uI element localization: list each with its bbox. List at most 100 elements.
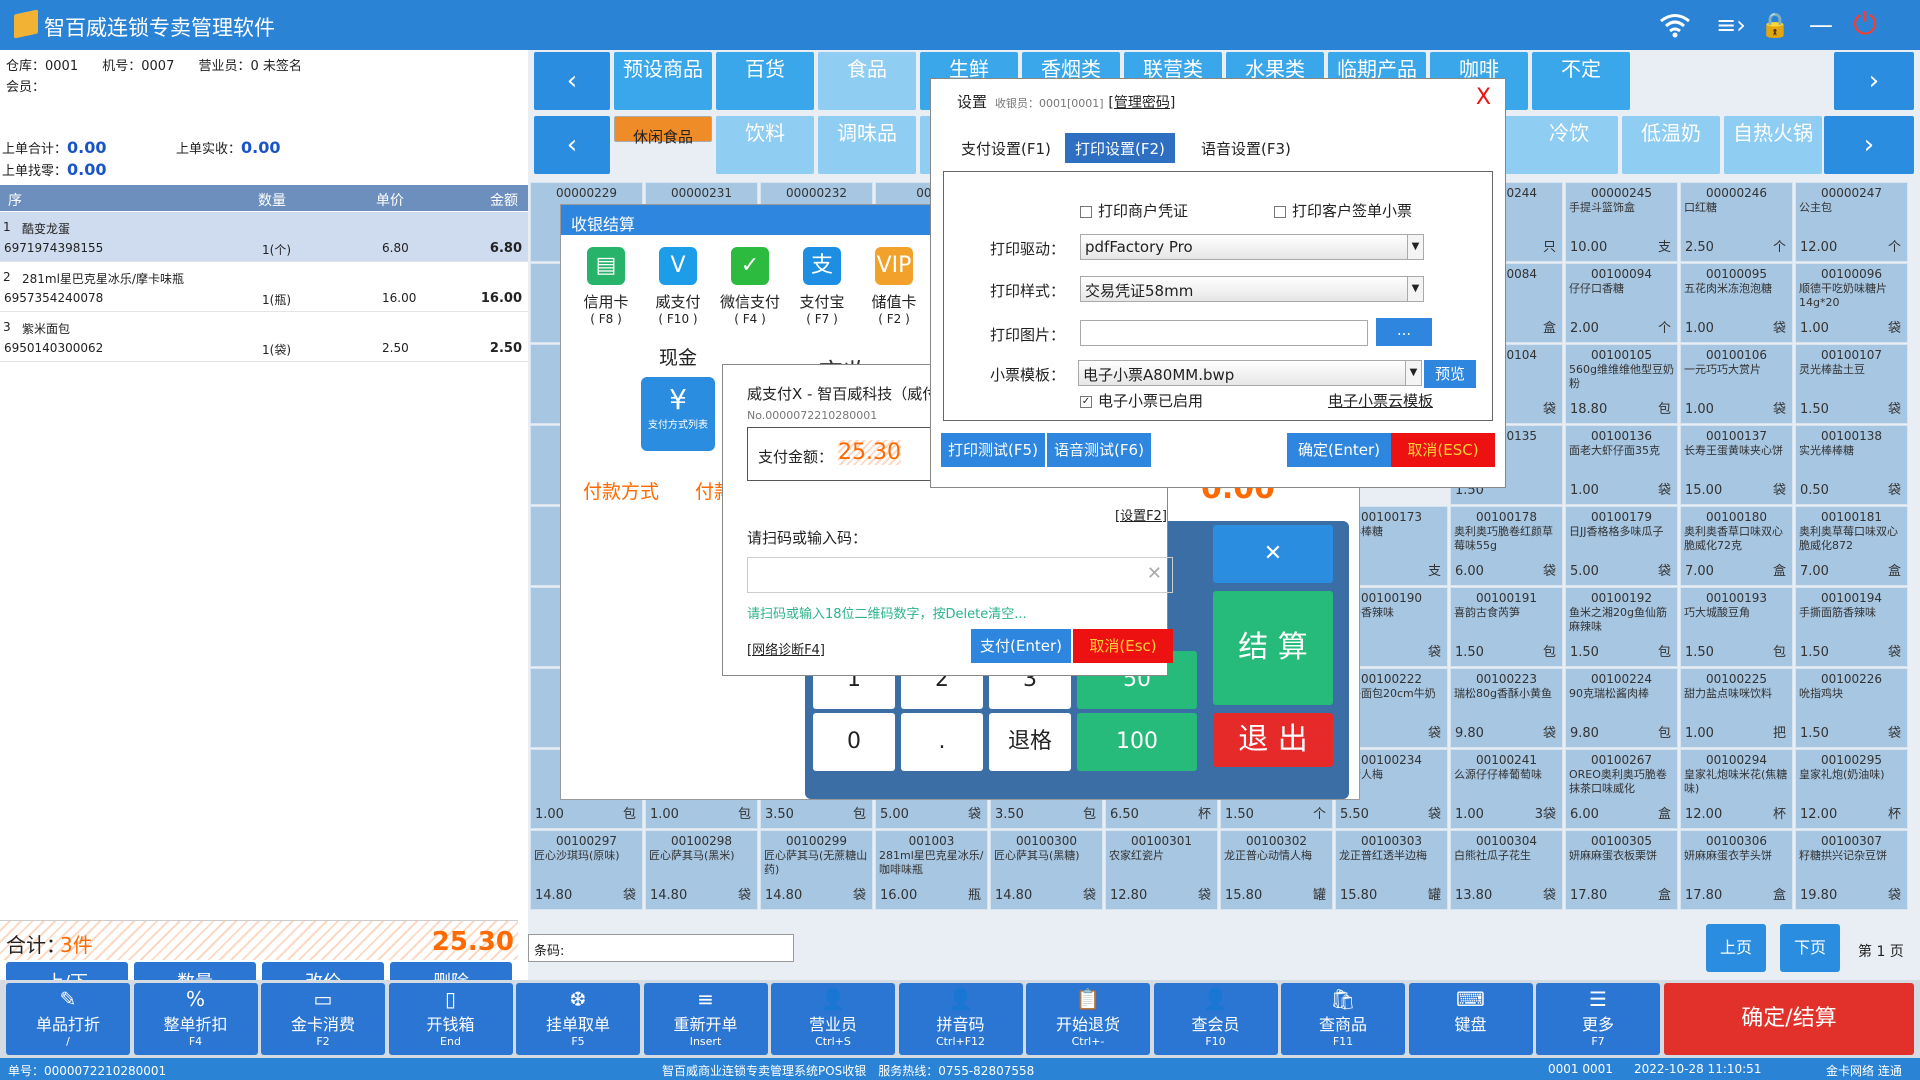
next-page-button[interactable]: 下页 bbox=[1780, 924, 1840, 972]
product-tile[interactable]: 00100301 农家红瓷片 12.80 袋 bbox=[1105, 830, 1218, 910]
close-icon[interactable]: X bbox=[1476, 85, 1491, 110]
power-icon[interactable]: ⏻ bbox=[1848, 10, 1882, 40]
wepay-cancel-button[interactable]: 取消(Esc) bbox=[1073, 629, 1173, 663]
category-9[interactable]: 不定 bbox=[1532, 52, 1630, 110]
wepay-settings-link[interactable]: [设置F2] bbox=[1115, 505, 1167, 524]
product-tile[interactable]: 00100191 喜韵古食芮笋 1.50 包 bbox=[1450, 587, 1563, 667]
subcategory-9[interactable]: 冷饮 bbox=[1520, 116, 1618, 174]
payment-list-button[interactable]: ¥ 支付方式列表 bbox=[641, 377, 715, 451]
product-tile[interactable]: 00100295 皇家礼炮(奶油味) 12.00 杯 bbox=[1795, 749, 1908, 829]
product-tile[interactable]: 00100138 实光棒棒糖 0.50 袋 bbox=[1795, 425, 1908, 505]
wifi-icon[interactable] bbox=[1658, 10, 1692, 40]
product-tile[interactable]: 00100225 甜力盐点味咪饮料 1.00 把 bbox=[1680, 668, 1793, 748]
product-tile[interactable]: 00100305 妍麻麻蛋衣板栗饼 17.80 盒 bbox=[1565, 830, 1678, 910]
product-tile[interactable]: 00100137 长寿王蛋黄味夹心饼 15.00 袋 bbox=[1680, 425, 1793, 505]
minimize-icon[interactable]: — bbox=[1804, 10, 1838, 40]
wepay-code-input[interactable]: ✕ bbox=[747, 557, 1173, 593]
payment-method-4[interactable]: VIP 储值卡( F2 ) bbox=[859, 247, 929, 326]
product-tile[interactable]: 00100223 瑞松80g香酥小黄鱼 9.80 袋 bbox=[1450, 668, 1563, 748]
keypad-key[interactable]: 退格 bbox=[989, 713, 1071, 771]
keypad-key[interactable]: 0 bbox=[813, 713, 895, 771]
lock-icon[interactable]: 🔒 bbox=[1758, 10, 1792, 40]
category-next-button[interactable]: › bbox=[1834, 52, 1914, 110]
product-tile[interactable]: 00100302 龙正普心动情人梅 15.80 罐 bbox=[1220, 830, 1333, 910]
order-row[interactable]: 紫米面包 3 6950140300062 1(袋) 2.50 2.50 bbox=[0, 312, 528, 362]
settings-cancel-button[interactable]: 取消(ESC) bbox=[1391, 433, 1495, 467]
subcategory-10[interactable]: 低温奶 bbox=[1622, 116, 1720, 174]
keypad-key[interactable]: . bbox=[901, 713, 983, 771]
tab-print-settings[interactable]: 打印设置(F2) bbox=[1065, 133, 1175, 163]
product-tile[interactable]: 00100094 仔仔口香糖 2.00 个 bbox=[1565, 263, 1678, 343]
product-tile[interactable]: 00100241 么源仔仔棒葡萄味 1.00 3袋 bbox=[1450, 749, 1563, 829]
subcategory-2[interactable]: 调味品 bbox=[818, 116, 916, 174]
clear-icon[interactable]: ✕ bbox=[1147, 563, 1162, 584]
product-tile[interactable]: 00100298 匠心萨其马(黑米) 14.80 袋 bbox=[645, 830, 758, 910]
product-tile[interactable]: 00100106 一元巧巧大赏片 1.00 袋 bbox=[1680, 344, 1793, 424]
product-tile[interactable]: 00000245 手提斗篮饰盒 10.00 支 bbox=[1565, 182, 1678, 262]
product-tile[interactable]: 00100304 白熊社瓜子花生 13.80 袋 bbox=[1450, 830, 1563, 910]
subcategory-next-button[interactable]: › bbox=[1824, 116, 1914, 174]
function-button-5[interactable]: ≡ 重新开单 Insert bbox=[643, 983, 768, 1055]
subcategory-11[interactable]: 自热火锅 bbox=[1724, 116, 1822, 174]
product-tile[interactable]: 00100303 龙正普红透半边梅 15.80 罐 bbox=[1335, 830, 1448, 910]
function-button-3[interactable]: ▯ 开钱箱 End bbox=[388, 983, 513, 1055]
product-tile[interactable]: 00100095 五花肉米冻泡泡糖 1.00 袋 bbox=[1680, 263, 1793, 343]
subcategory-0[interactable]: 休闲食品 bbox=[614, 116, 712, 146]
settings-ok-button[interactable]: 确定(Enter) bbox=[1287, 433, 1391, 467]
wepay-pay-button[interactable]: 支付(Enter) bbox=[971, 629, 1071, 663]
settle-key[interactable]: 结 算 bbox=[1213, 591, 1333, 705]
product-tile[interactable]: 00100193 巧大城酸豆角 1.50 包 bbox=[1680, 587, 1793, 667]
function-button-10[interactable]: 🛍 查商品 F11 bbox=[1281, 983, 1405, 1055]
category-1[interactable]: 百货 bbox=[716, 52, 814, 110]
product-tile[interactable]: 00100226 吮指鸡块 1.50 袋 bbox=[1795, 668, 1908, 748]
category-2[interactable]: 食品 bbox=[818, 52, 916, 110]
payment-method-0[interactable]: ▤ 信用卡( F8 ) bbox=[571, 247, 641, 326]
prev-page-button[interactable]: 上页 bbox=[1706, 924, 1766, 972]
product-tile[interactable]: 00100194 手撕面筋香辣味 1.50 袋 bbox=[1795, 587, 1908, 667]
product-tile[interactable]: 00100267 OREO奥利奥巧脆卷抹茶口味威化 6.00 盒 bbox=[1565, 749, 1678, 829]
print-image-input[interactable] bbox=[1080, 320, 1368, 346]
product-tile[interactable]: 001003 281ml星巴克星冰乐/咖啡味瓶 16.00 瓶 bbox=[875, 830, 988, 910]
product-tile[interactable]: 00100096 顺德干吃奶味糖片14g*20 1.00 袋 bbox=[1795, 263, 1908, 343]
cloud-template-link[interactable]: 电子小票云模板 bbox=[1328, 390, 1433, 411]
browse-button[interactable]: ... bbox=[1376, 318, 1432, 346]
function-button-8[interactable]: 📋 开始退货 Ctrl+- bbox=[1026, 983, 1150, 1055]
print-customer-checkbox[interactable]: 打印客户签单小票 bbox=[1274, 200, 1412, 221]
product-tile[interactable]: 00100297 匠心沙琪玛(原味) 14.80 袋 bbox=[530, 830, 643, 910]
barcode-input[interactable]: 条码: bbox=[528, 934, 794, 962]
product-tile[interactable]: 00100179 日JJ香格格多味瓜子 5.00 袋 bbox=[1565, 506, 1678, 586]
function-button-6[interactable]: 👤 营业员 Ctrl+S bbox=[771, 983, 895, 1055]
payment-method-3[interactable]: 支支付宝( F7 ) bbox=[787, 247, 857, 326]
function-button-4[interactable]: ❆ 挂单取单 F5 bbox=[516, 983, 640, 1055]
printer-driver-select[interactable]: pdfFactory Pro ▼ bbox=[1080, 234, 1424, 260]
print-style-select[interactable]: 交易凭证58mm ▼ bbox=[1080, 276, 1424, 302]
order-row[interactable]: 酷变龙蛋 1 6971974398155 1(个) 6.80 6.80 bbox=[0, 212, 528, 262]
receipt-template-select[interactable]: 电子小票A80MM.bwp ▼ bbox=[1078, 360, 1422, 386]
admin-password-link[interactable]: [管理密码] bbox=[1108, 95, 1175, 111]
subcategory-1[interactable]: 饮料 bbox=[716, 116, 814, 174]
product-tile[interactable]: 00100107 灵光棒盐土豆 1.50 袋 bbox=[1795, 344, 1908, 424]
product-tile[interactable]: 00100105 560g维维维他型豆奶粉 18.80 包 bbox=[1565, 344, 1678, 424]
payment-method-1[interactable]: V 威支付( F10 ) bbox=[643, 247, 713, 326]
product-tile[interactable]: 00000246 口红糖 2.50 个 bbox=[1680, 182, 1793, 262]
subcategory-prev-button[interactable]: ‹ bbox=[534, 116, 610, 174]
payment-method-2[interactable]: ✓ 微信支付( F4 ) bbox=[715, 247, 785, 326]
product-tile[interactable]: 00100181 奥利奥草莓口味双心脆威化872 7.00 盒 bbox=[1795, 506, 1908, 586]
function-button-1[interactable]: % 整单折扣 F4 bbox=[133, 983, 258, 1055]
backspace-key[interactable]: ✕ bbox=[1213, 525, 1333, 583]
confirm-settle-button[interactable]: 确定/结算 bbox=[1664, 983, 1914, 1055]
product-tile[interactable]: 00100192 鱼米之湘20g鱼仙筋麻辣味 1.50 包 bbox=[1565, 587, 1678, 667]
product-tile[interactable]: 00100299 匠心萨其马(无蔗糖山药) 14.80 袋 bbox=[760, 830, 873, 910]
network-diagnose-link[interactable]: [网络诊断F4] bbox=[747, 639, 825, 658]
voice-test-button[interactable]: 语音测试(F6) bbox=[1047, 433, 1151, 467]
product-tile[interactable]: 00100136 面老大虾仔面35克 1.00 袋 bbox=[1565, 425, 1678, 505]
keypad-key[interactable]: 100 bbox=[1077, 713, 1197, 771]
function-button-9[interactable]: 👤 查会员 F10 bbox=[1153, 983, 1278, 1055]
print-merchant-checkbox[interactable]: 打印商户凭证 bbox=[1080, 200, 1188, 221]
function-button-0[interactable]: ✎ 单品打折 / bbox=[6, 983, 130, 1055]
function-button-11[interactable]: ⌨ 键盘 bbox=[1408, 983, 1533, 1055]
function-button-7[interactable]: 👤 拼音码 Ctrl+F12 bbox=[898, 983, 1023, 1055]
product-tile[interactable]: 00100306 妍麻麻蛋衣芋头饼 17.80 盒 bbox=[1680, 830, 1793, 910]
product-tile[interactable]: 00100178 奥利奥巧脆卷红颜草莓味55g 6.00 袋 bbox=[1450, 506, 1563, 586]
order-row[interactable]: 281ml星巴克星冰乐/摩卡味瓶 2 6957354240078 1(瓶) 16.00 1… bbox=[0, 262, 528, 312]
